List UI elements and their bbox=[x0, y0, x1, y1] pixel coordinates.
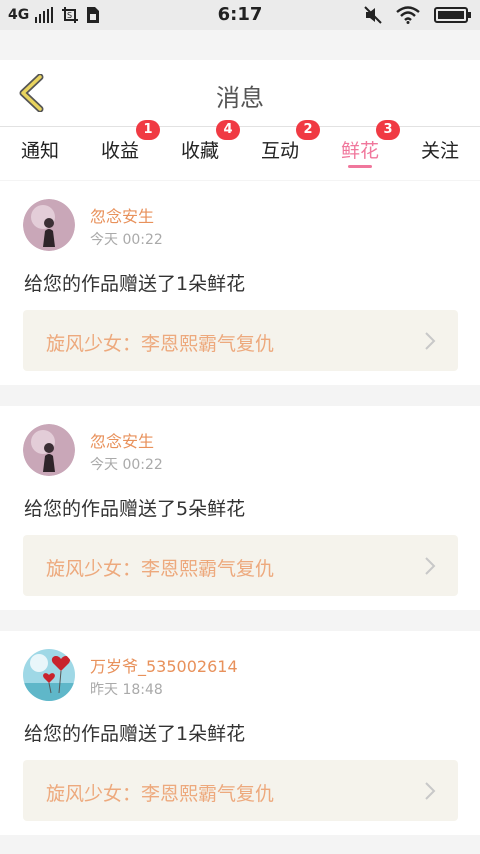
work-title: 旋风少女：李恩熙霸气复仇 bbox=[46, 333, 275, 355]
chevron-right-icon bbox=[425, 332, 436, 350]
avatar[interactable] bbox=[23, 199, 75, 251]
tab-label: 关注 bbox=[420, 140, 459, 162]
avatar[interactable] bbox=[23, 649, 75, 701]
tab-active-indicator bbox=[348, 165, 372, 168]
status-bar: 4G S 6:17 bbox=[0, 0, 480, 30]
mute-icon bbox=[364, 6, 382, 24]
message-text: 给您的作品赠送了1朵鲜花 bbox=[24, 723, 246, 745]
work-title: 旋风少女：李恩熙霸气复仇 bbox=[46, 558, 275, 580]
chevron-right-icon bbox=[425, 782, 436, 800]
avatar[interactable] bbox=[23, 424, 75, 476]
tab-badge: 1 bbox=[136, 120, 160, 140]
tab-badge: 2 bbox=[296, 120, 320, 140]
work-link[interactable]: 旋风少女：李恩熙霸气复仇 bbox=[23, 760, 458, 821]
tab-bar: 通知 收益 1 收藏 4 互动 2 鲜花 3 关注 bbox=[0, 120, 480, 181]
sender-name[interactable]: 忽念安生 bbox=[90, 428, 154, 452]
work-link[interactable]: 旋风少女：李恩熙霸气复仇 bbox=[23, 535, 458, 596]
battery-icon bbox=[434, 7, 471, 23]
sender-name[interactable]: 万岁爷_535002614 bbox=[90, 653, 238, 677]
tab-label: 收益 bbox=[100, 140, 139, 162]
message-time: 今天 00:22 bbox=[90, 457, 163, 473]
tab-label: 鲜花 bbox=[340, 140, 379, 162]
tab-badge: 4 bbox=[216, 120, 240, 140]
message-text: 给您的作品赠送了1朵鲜花 bbox=[24, 273, 246, 295]
tab-badge: 3 bbox=[376, 120, 400, 140]
header: 消息 bbox=[0, 60, 480, 126]
tab-flowers[interactable]: 鲜花 3 bbox=[320, 120, 400, 181]
message-time: 昨天 18:48 bbox=[90, 682, 163, 698]
message-time: 今天 00:22 bbox=[90, 232, 163, 248]
page-title: 消息 bbox=[216, 84, 264, 112]
sender-name[interactable]: 忽念安生 bbox=[90, 203, 154, 227]
tab-notice[interactable]: 通知 bbox=[0, 127, 80, 181]
chevron-right-icon bbox=[425, 557, 436, 575]
work-link[interactable]: 旋风少女：李恩熙霸气复仇 bbox=[23, 310, 458, 371]
work-title: 旋风少女：李恩熙霸气复仇 bbox=[46, 783, 275, 805]
wifi-icon bbox=[396, 6, 420, 24]
tab-favorites[interactable]: 收藏 4 bbox=[160, 120, 240, 181]
message-card: 万岁爷_535002614 昨天 18:48 给您的作品赠送了1朵鲜花 旋风少女… bbox=[0, 631, 480, 835]
tab-interaction[interactable]: 互动 2 bbox=[240, 120, 320, 181]
tab-label: 互动 bbox=[260, 140, 299, 162]
message-card: 忽念安生 今天 00:22 给您的作品赠送了5朵鲜花 旋风少女：李恩熙霸气复仇 bbox=[0, 406, 480, 610]
tab-label: 收藏 bbox=[180, 140, 219, 162]
message-text: 给您的作品赠送了5朵鲜花 bbox=[24, 498, 246, 520]
message-card: 忽念安生 今天 00:22 给您的作品赠送了1朵鲜花 旋风少女：李恩熙霸气复仇 bbox=[0, 181, 480, 385]
tab-earnings[interactable]: 收益 1 bbox=[80, 120, 160, 181]
status-right bbox=[364, 4, 471, 26]
tab-follow[interactable]: 关注 bbox=[400, 127, 480, 181]
tab-label: 通知 bbox=[20, 140, 59, 162]
